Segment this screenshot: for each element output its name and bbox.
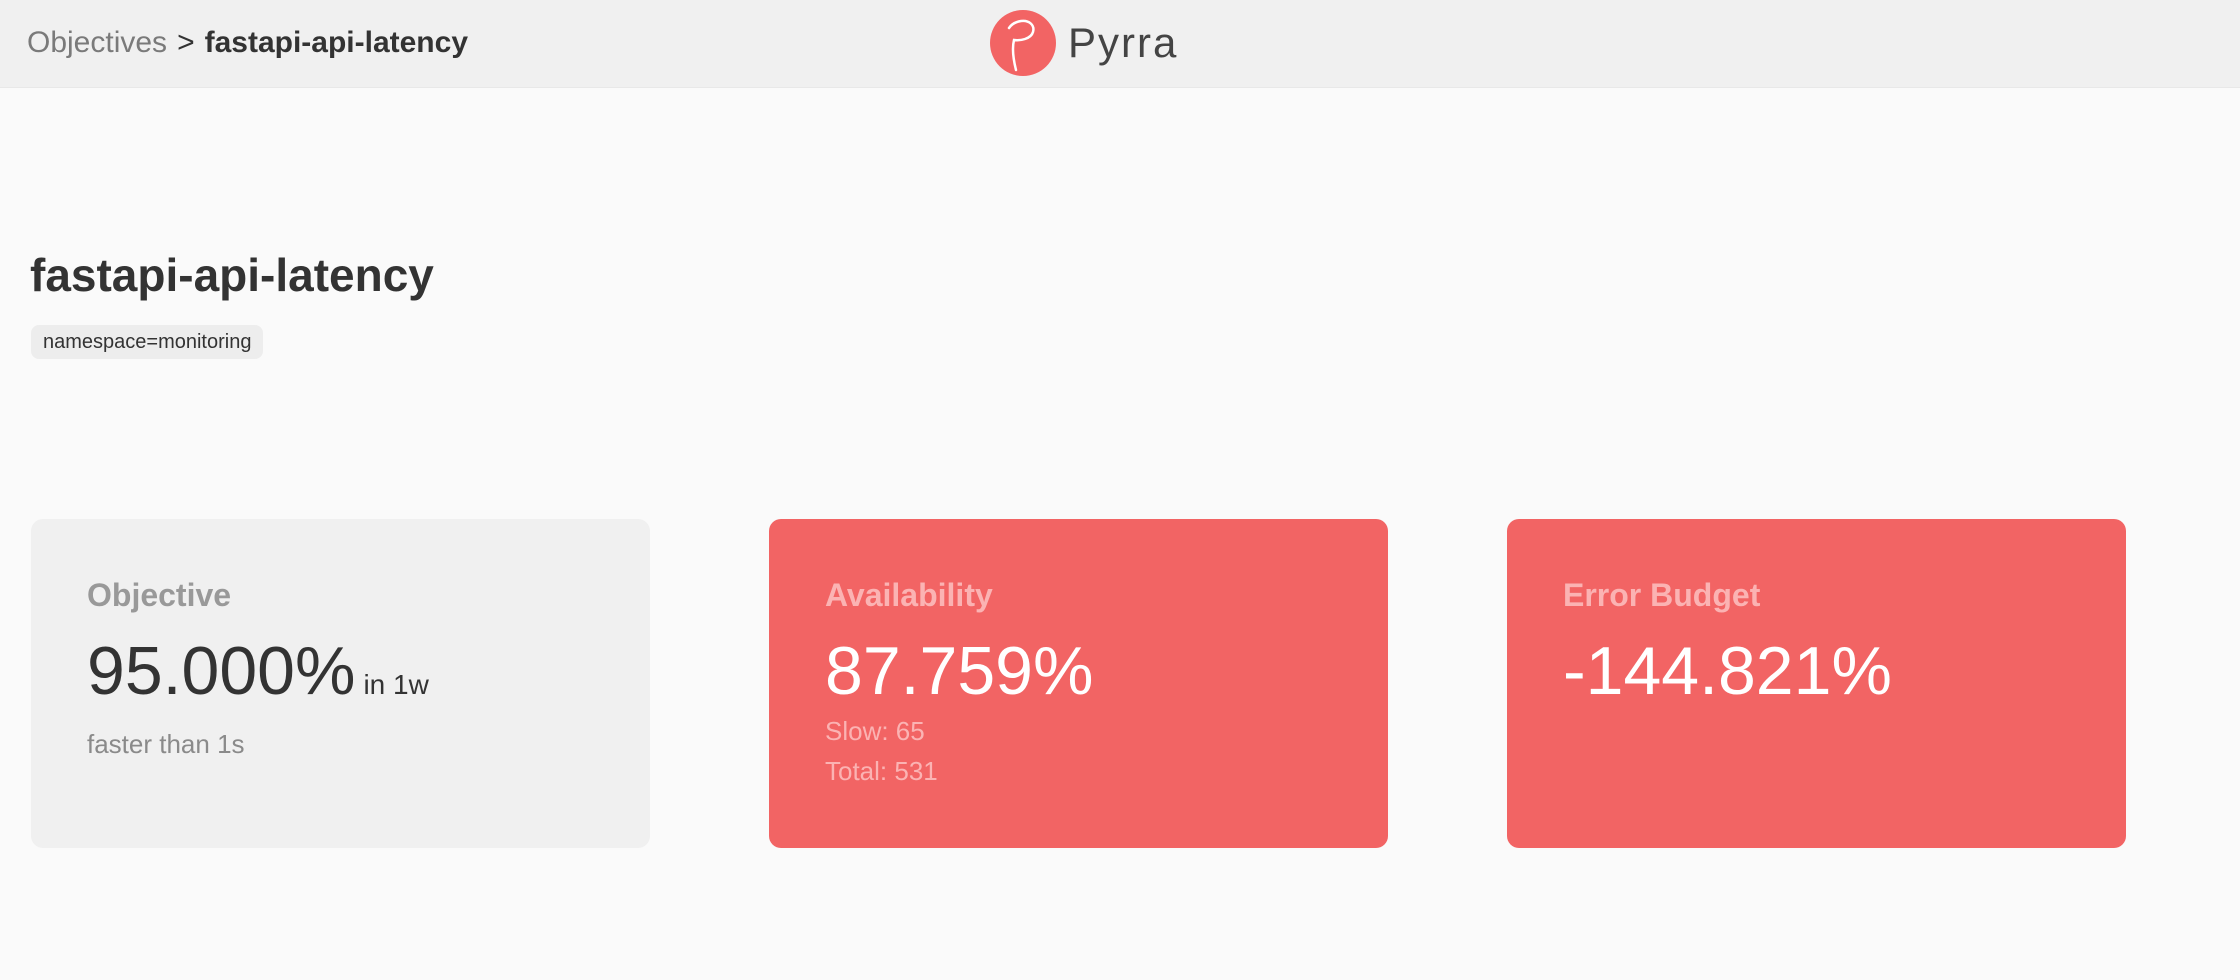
breadcrumb: Objectives > fastapi-api-latency bbox=[27, 24, 468, 62]
objective-value-row: 95.000% in 1w bbox=[87, 635, 650, 721]
brand-home-link[interactable]: Pyrra bbox=[990, 10, 1178, 76]
objective-tile: Objective 95.000% in 1w faster than 1s bbox=[31, 519, 650, 848]
availability-heading: Availability bbox=[825, 577, 993, 613]
availability-total-count: Total: 531 bbox=[825, 756, 938, 786]
breadcrumb-current: fastapi-api-latency bbox=[204, 26, 469, 59]
availability-tile: Availability 87.759% Slow: 65 Total: 531 bbox=[769, 519, 1388, 848]
objective-value: 95.000% bbox=[87, 633, 356, 709]
error-budget-value: -144.821% bbox=[1563, 633, 1892, 709]
breadcrumb-objectives-link[interactable]: Objectives bbox=[27, 26, 167, 59]
error-budget-tile: Error Budget -144.821% bbox=[1507, 519, 2126, 848]
brand-name: Pyrra bbox=[1068, 19, 1179, 66]
error-budget-heading: Error Budget bbox=[1563, 577, 1761, 613]
label-badge: namespace=monitoring bbox=[31, 325, 264, 359]
page-title: fastapi-api-latency bbox=[30, 249, 434, 301]
availability-value: 87.759% bbox=[825, 633, 1094, 709]
top-bar: Objectives > fastapi-api-latency Pyrra bbox=[0, 0, 2240, 88]
objective-description: faster than 1s bbox=[87, 729, 245, 759]
objective-heading: Objective bbox=[87, 577, 232, 613]
availability-slow-count: Slow: 65 bbox=[825, 716, 925, 746]
objective-window: in 1w bbox=[363, 669, 429, 700]
breadcrumb-separator: > bbox=[177, 26, 195, 59]
pyrra-logo-icon bbox=[990, 10, 1056, 76]
